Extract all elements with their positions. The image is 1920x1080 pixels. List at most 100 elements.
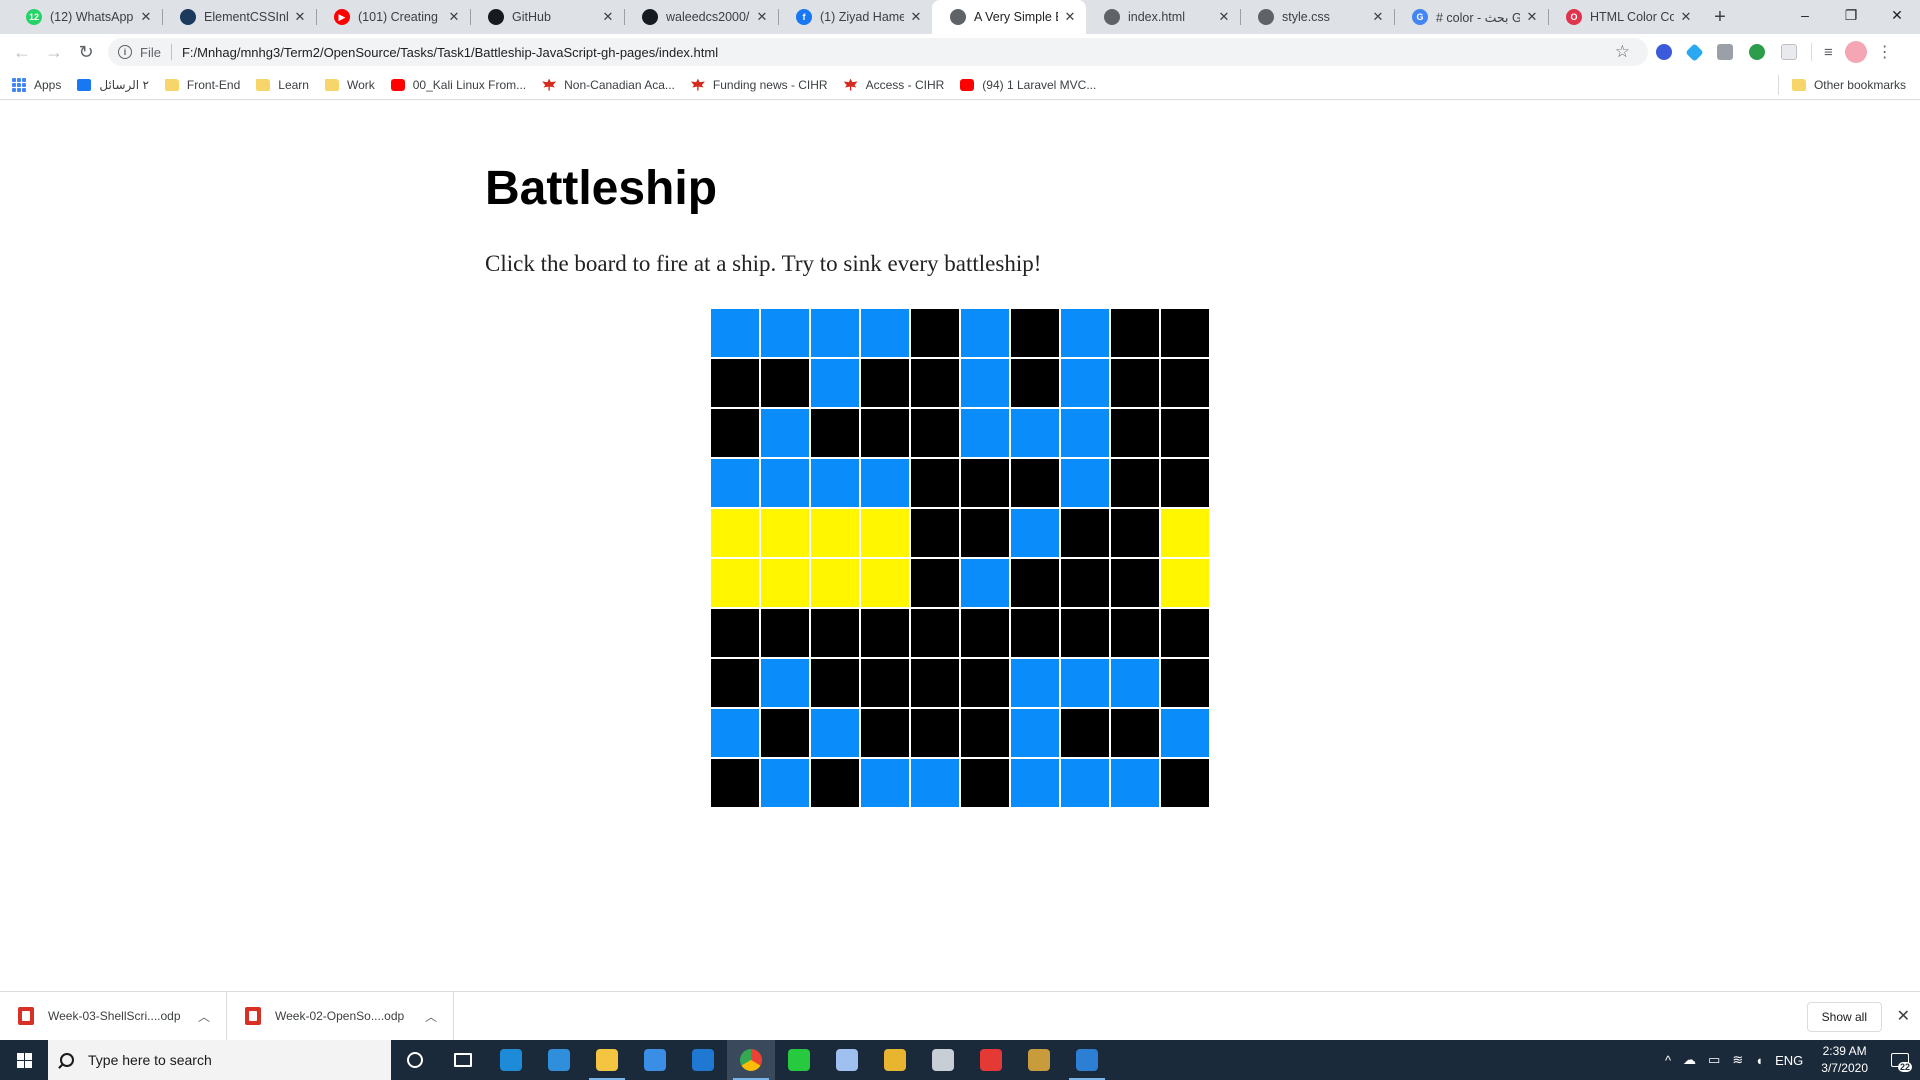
board-cell-water[interactable] [710,708,760,758]
board-cell-empty[interactable] [860,358,910,408]
board-cell-water[interactable] [1060,758,1110,808]
board-cell-empty[interactable] [960,708,1010,758]
taskbar-app-button[interactable] [487,1040,535,1080]
browser-tab[interactable]: GitHub ✕ [470,0,624,34]
board-cell-water[interactable] [1010,708,1060,758]
battleship-board[interactable] [710,308,1210,808]
info-icon[interactable]: i [118,45,132,59]
board-cell-empty[interactable] [910,308,960,358]
board-cell-water[interactable] [810,358,860,408]
taskbar-app-button[interactable] [823,1040,871,1080]
browser-tab[interactable]: G # color - بحث Google ✕ [1394,0,1548,34]
board-cell-hit[interactable] [760,508,810,558]
board-cell-hit[interactable] [710,508,760,558]
board-cell-empty[interactable] [960,658,1010,708]
board-cell-empty[interactable] [1010,308,1060,358]
board-cell-water[interactable] [960,358,1010,408]
board-cell-water[interactable] [960,558,1010,608]
board-cell-empty[interactable] [1110,458,1160,508]
tab-close-icon[interactable]: ✕ [446,9,462,25]
reload-button[interactable]: ↻ [70,36,102,68]
bookmark-item[interactable]: Work [324,78,375,92]
action-center-button[interactable]: 22 [1880,1040,1920,1080]
clock[interactable]: 2:39 AM 3/7/2020 [1821,1043,1868,1077]
taskbar-app-button[interactable] [871,1040,919,1080]
board-cell-hit[interactable] [1160,508,1210,558]
new-tab-button[interactable]: + [1702,0,1738,34]
browser-tab[interactable]: waleedcs2000/Battleship ✕ [624,0,778,34]
board-cell-empty[interactable] [1060,558,1110,608]
board-cell-water[interactable] [1010,758,1060,808]
browser-tab[interactable]: f (1) Ziyad Hamed ✕ [778,0,932,34]
tray-chevron-icon[interactable]: ^ [1665,1053,1671,1068]
maximize-button[interactable]: ❐ [1828,0,1874,30]
tab-close-icon[interactable]: ✕ [292,9,308,25]
board-cell-empty[interactable] [810,758,860,808]
board-cell-water[interactable] [1110,658,1160,708]
volume-icon[interactable]: ◖ [1755,1053,1763,1068]
browser-tab[interactable]: A Very Simple Battleship ✕ [932,0,1086,34]
chrome-menu-icon[interactable]: ⋮ [1877,42,1893,62]
board-cell-empty[interactable] [710,658,760,708]
board-cell-water[interactable] [1110,758,1160,808]
tab-close-icon[interactable]: ✕ [600,9,616,25]
bookmark-item[interactable]: ٢ الرسائل [77,78,149,92]
close-download-shelf-icon[interactable]: ✕ [1897,1006,1910,1026]
chevron-up-icon[interactable]: ︿ [198,1008,210,1025]
taskbar-app-button[interactable] [439,1040,487,1080]
board-cell-empty[interactable] [960,508,1010,558]
browser-tab[interactable]: index.html ✕ [1086,0,1240,34]
bookmark-star-icon[interactable]: ☆ [1615,42,1630,62]
taskbar-app-button[interactable] [1063,1040,1111,1080]
board-cell-hit[interactable] [760,558,810,608]
browser-tab[interactable]: ▶ (101) Creating a ✕ [316,0,470,34]
board-cell-empty[interactable] [1160,308,1210,358]
board-cell-empty[interactable] [910,558,960,608]
board-cell-water[interactable] [810,458,860,508]
extension-shield-icon[interactable] [1656,44,1672,60]
media-controls-icon[interactable]: ≡ [1824,44,1833,61]
board-cell-empty[interactable] [710,608,760,658]
board-cell-water[interactable] [760,458,810,508]
address-bar[interactable]: i File F:/Mnhag/mnhg3/Term2/OpenSource/T… [108,38,1648,66]
board-cell-water[interactable] [1060,658,1110,708]
board-cell-empty[interactable] [1110,508,1160,558]
minimize-button[interactable]: – [1782,0,1828,30]
board-cell-water[interactable] [810,708,860,758]
download-item[interactable]: Week-03-ShellScri....odp ︿ [0,991,227,1041]
board-cell-water[interactable] [910,758,960,808]
bookmark-item[interactable]: Funding news - CIHR [690,78,828,92]
close-window-button[interactable]: ✕ [1874,0,1920,30]
board-cell-empty[interactable] [1160,658,1210,708]
board-cell-water[interactable] [1160,708,1210,758]
browser-tab[interactable]: style.css ✕ [1240,0,1394,34]
board-cell-empty[interactable] [910,408,960,458]
download-item[interactable]: Week-02-OpenSo....odp ︿ [227,991,454,1041]
onedrive-icon[interactable]: ☁ [1683,1052,1696,1068]
board-cell-empty[interactable] [1060,508,1110,558]
taskbar-app-button[interactable] [967,1040,1015,1080]
board-cell-hit[interactable] [810,558,860,608]
url-text[interactable]: F:/Mnhag/mnhg3/Term2/OpenSource/Tasks/Ta… [182,45,718,60]
start-button[interactable] [0,1040,48,1080]
board-cell-empty[interactable] [760,608,810,658]
show-all-downloads-button[interactable]: Show all [1806,1002,1882,1032]
taskbar-app-button[interactable] [391,1040,439,1080]
board-cell-empty[interactable] [860,608,910,658]
board-cell-empty[interactable] [1160,458,1210,508]
board-cell-empty[interactable] [1060,708,1110,758]
battery-icon[interactable]: ▭ [1708,1052,1720,1068]
board-cell-empty[interactable] [1110,708,1160,758]
board-cell-hit[interactable] [710,558,760,608]
board-cell-empty[interactable] [760,358,810,408]
board-cell-empty[interactable] [1060,608,1110,658]
board-cell-empty[interactable] [910,608,960,658]
board-cell-empty[interactable] [960,608,1010,658]
board-cell-empty[interactable] [860,658,910,708]
back-button[interactable]: ← [6,36,38,68]
extension-box-icon[interactable] [1781,44,1797,60]
board-cell-water[interactable] [960,408,1010,458]
board-cell-empty[interactable] [1110,408,1160,458]
bookmark-item[interactable]: Learn [256,78,309,92]
board-cell-hit[interactable] [860,508,910,558]
